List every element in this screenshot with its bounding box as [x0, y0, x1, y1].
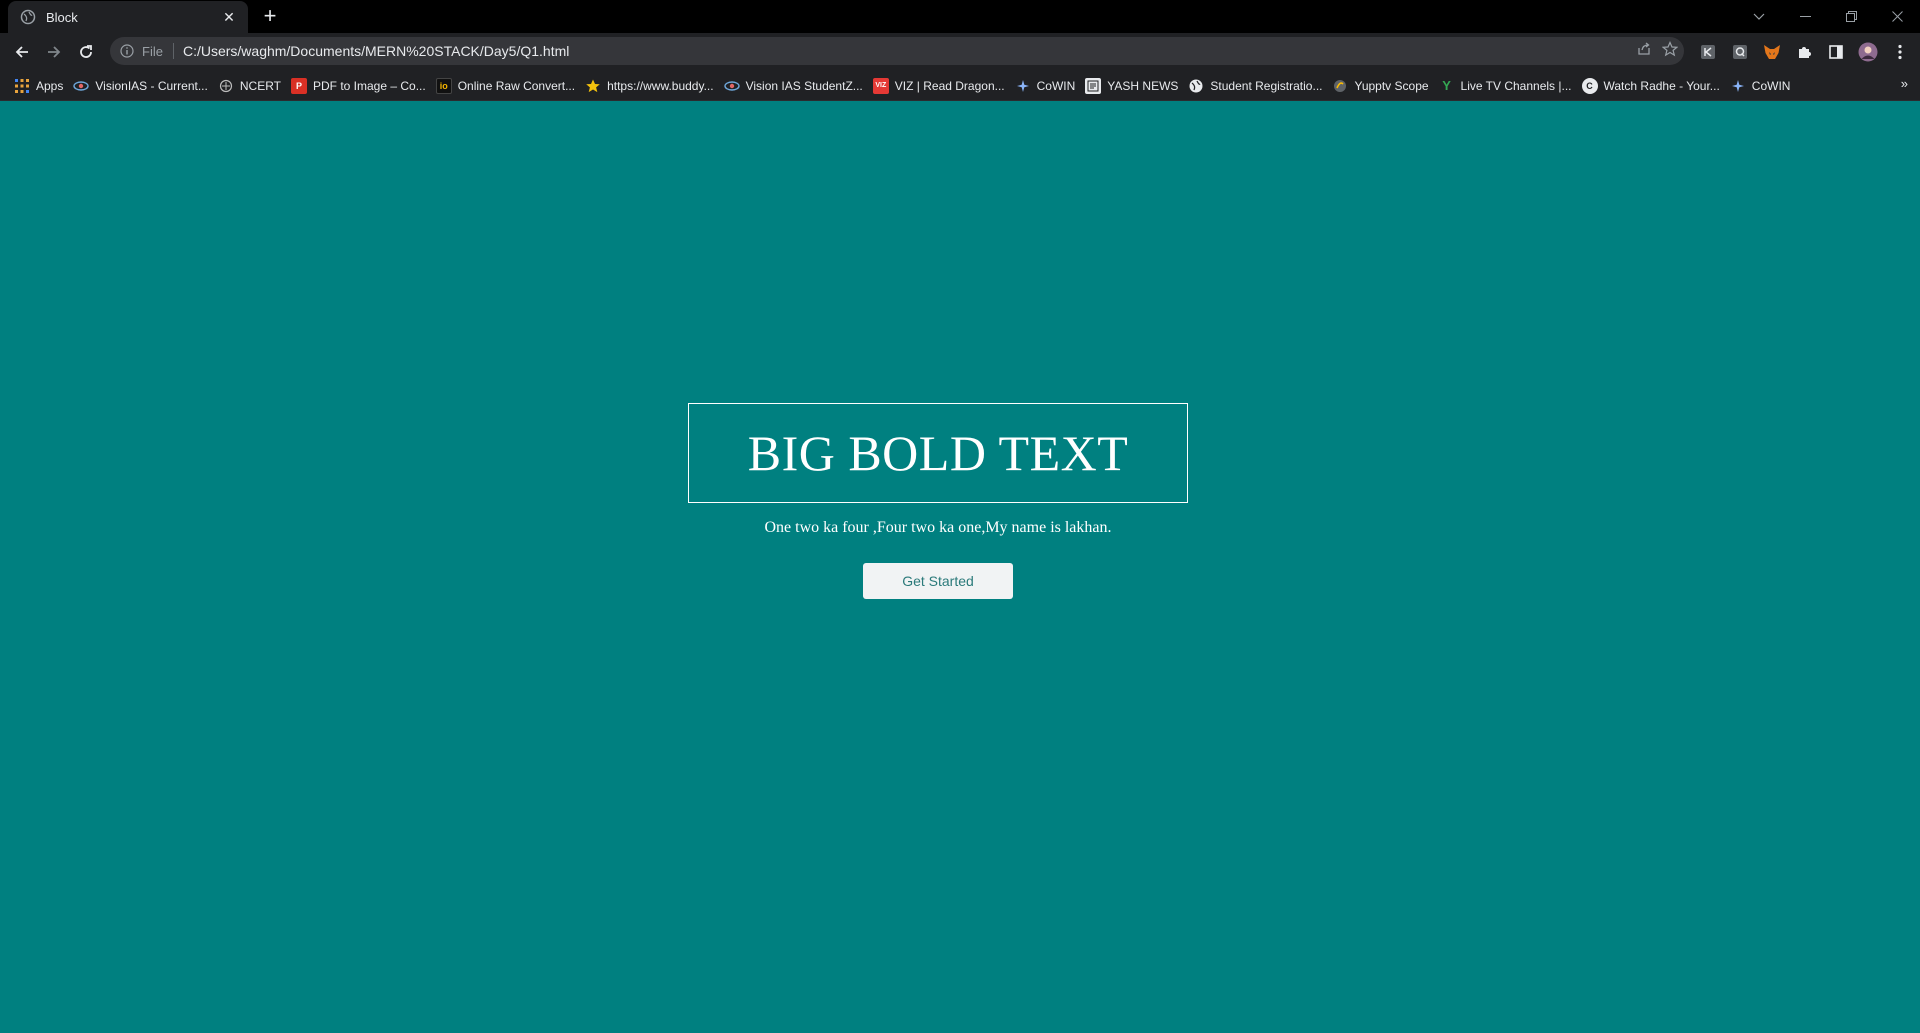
tab-search-icon[interactable]	[1736, 0, 1782, 33]
bookmark-label: Online Raw Convert...	[457, 78, 576, 93]
bookmark-cowin-2[interactable]: CoWIN	[1728, 73, 1799, 99]
cowin-icon	[1730, 78, 1746, 94]
bookmark-label: PDF to Image – Co...	[312, 78, 426, 93]
get-started-button[interactable]: Get Started	[863, 563, 1013, 599]
bookmark-label: VisionIAS - Current...	[95, 78, 208, 93]
bookmarks-bar: Apps VisionIAS - Current... NCERT P PDF …	[0, 71, 1920, 101]
io-icon: io	[435, 77, 452, 94]
globe-icon	[20, 9, 36, 25]
profile-avatar[interactable]	[1852, 36, 1884, 68]
bookmark-student-registration[interactable]: Student Registratio...	[1186, 73, 1330, 99]
url-scheme: File	[142, 43, 163, 59]
bookmark-label: Apps	[36, 78, 64, 93]
browser-tab[interactable]: Block ✕	[8, 1, 248, 33]
bookmark-label: CoWIN	[1036, 78, 1076, 93]
bookmark-yash-news[interactable]: YASH NEWS	[1083, 73, 1186, 99]
forward-button[interactable]	[38, 36, 70, 68]
page-subtitle: One two ka four ,Four two ka one,My name…	[764, 519, 1112, 536]
browser-toolbar: File C:/Users/waghm/Documents/MERN%20STA…	[0, 33, 1920, 71]
metamask-fox-icon[interactable]	[1756, 36, 1788, 68]
bookmark-ncert[interactable]: NCERT	[216, 73, 289, 99]
vision-ias-icon	[723, 78, 740, 94]
restore-button[interactable]	[1828, 0, 1874, 33]
url-text[interactable]: C:/Users/waghm/Documents/MERN%20STACK/Da…	[183, 43, 569, 59]
apps-grid-icon	[14, 78, 30, 94]
bookmark-label: Live TV Channels |...	[1460, 78, 1572, 93]
bookmark-label: Yupptv Scope	[1354, 78, 1429, 93]
c-icon: C	[1581, 77, 1598, 94]
page-heading: BIG BOLD TEXT	[747, 425, 1129, 481]
heading-box: BIG BOLD TEXT	[688, 403, 1188, 503]
page-content: BIG BOLD TEXT One two ka four ,Four two …	[0, 101, 1920, 1033]
bookmark-pdf-to-image[interactable]: P PDF to Image – Co...	[289, 73, 434, 99]
bookmark-buddy[interactable]: https://www.buddy...	[583, 73, 722, 99]
window-controls	[1736, 0, 1920, 33]
star-badge-icon	[585, 78, 601, 94]
bookmark-vision-ias-studentz[interactable]: Vision IAS StudentZ...	[722, 73, 871, 99]
info-icon[interactable]	[118, 42, 136, 60]
bookmark-label: NCERT	[239, 78, 281, 93]
more-bookmarks-button[interactable]: »	[1901, 76, 1908, 91]
omnibox-actions	[1636, 37, 1679, 65]
close-window-button[interactable]	[1874, 0, 1920, 33]
bookmark-star-icon[interactable]	[1661, 40, 1679, 62]
vision-ias-icon	[73, 78, 90, 94]
bookmark-label: VIZ | Read Dragon...	[894, 78, 1005, 93]
new-tab-button[interactable]: +	[258, 5, 282, 29]
bookmark-label: CoWIN	[1751, 78, 1791, 93]
bookmark-watch-radhe[interactable]: C Watch Radhe - Your...	[1580, 73, 1728, 99]
cowin-icon	[1015, 78, 1031, 94]
bookmark-online-raw-convert[interactable]: io Online Raw Convert...	[434, 73, 583, 99]
bookmark-label: Watch Radhe - Your...	[1603, 78, 1720, 93]
tab-strip: Block ✕ +	[0, 0, 1920, 33]
bookmark-label: YASH NEWS	[1107, 78, 1179, 93]
bookmark-label: Student Registratio...	[1210, 78, 1323, 93]
tab-title: Block	[46, 9, 78, 25]
bookmark-cowin[interactable]: CoWIN	[1013, 73, 1084, 99]
bookmark-label: Vision IAS StudentZ...	[745, 78, 863, 93]
extension-k-icon[interactable]	[1692, 36, 1724, 68]
address-bar[interactable]: File C:/Users/waghm/Documents/MERN%20STA…	[110, 37, 1684, 65]
reload-button[interactable]	[70, 36, 102, 68]
viz-icon: VIZ	[872, 77, 889, 94]
back-button[interactable]	[6, 36, 38, 68]
bookmark-label: https://www.buddy...	[607, 78, 714, 93]
omnibox-divider	[172, 43, 174, 59]
news-icon	[1085, 77, 1102, 94]
side-panel-icon[interactable]	[1820, 36, 1852, 68]
bookmark-apps[interactable]: Apps	[12, 73, 71, 99]
menu-kebab-icon[interactable]	[1884, 36, 1916, 68]
y-icon: Y	[1442, 78, 1451, 93]
close-tab-icon[interactable]: ✕	[220, 8, 238, 26]
bookmark-viz-read-dragon[interactable]: VIZ VIZ | Read Dragon...	[871, 73, 1013, 99]
yupptv-icon	[1332, 78, 1348, 94]
extension-q-icon[interactable]	[1724, 36, 1756, 68]
minimize-button[interactable]	[1782, 0, 1828, 33]
ncert-icon	[218, 78, 234, 94]
bookmark-live-tv-channels[interactable]: Y Live TV Channels |...	[1437, 73, 1580, 99]
extensions-puzzle-icon[interactable]	[1788, 36, 1820, 68]
share-icon[interactable]	[1636, 41, 1652, 62]
pdf-icon: P	[290, 77, 307, 94]
toolbar-right	[1692, 36, 1916, 68]
bookmark-yupptv-scope[interactable]: Yupptv Scope	[1330, 73, 1436, 99]
bookmark-visionias-current[interactable]: VisionIAS - Current...	[71, 73, 216, 99]
globe-icon	[1188, 78, 1204, 94]
